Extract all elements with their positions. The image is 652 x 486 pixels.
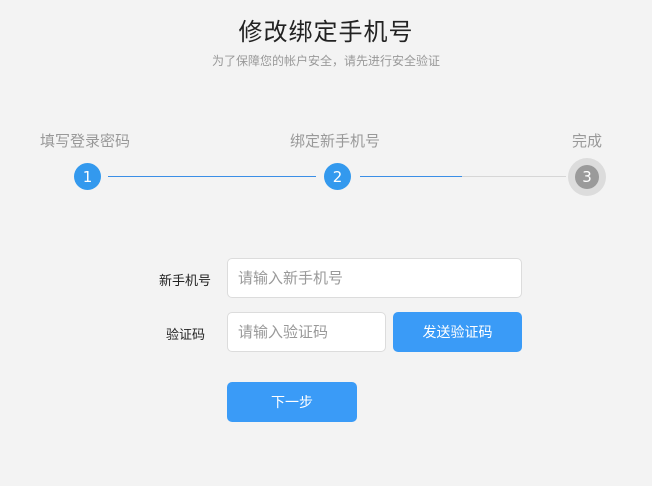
page-subtitle: 为了保障您的帐户安全，请先进行安全验证 [211, 54, 440, 68]
page: 修改绑定手机号 为了保障您的帐户安全，请先进行安全验证 填写登录密码 绑定新手机… [0, 0, 652, 486]
step-3-label: 完成 [572, 132, 603, 150]
verification-code-input[interactable] [227, 312, 386, 352]
step-3-circle: 3 [575, 165, 599, 189]
step-2-circle: 2 [324, 163, 351, 190]
verification-code-label: 验证码 [166, 328, 206, 343]
step-connector-2-remaining [462, 176, 566, 177]
page-title: 修改绑定手机号 [238, 18, 414, 46]
send-code-button[interactable]: 发送验证码 [393, 312, 522, 352]
next-step-button[interactable]: 下一步 [227, 382, 357, 422]
step-connector-1 [108, 176, 316, 177]
step-1-circle: 1 [74, 163, 101, 190]
new-phone-label: 新手机号 [159, 274, 212, 289]
step-2-label: 绑定新手机号 [290, 132, 381, 150]
step-connector-2-progress [360, 176, 462, 177]
step-1-label: 填写登录密码 [40, 132, 131, 150]
new-phone-input[interactable] [227, 258, 522, 298]
